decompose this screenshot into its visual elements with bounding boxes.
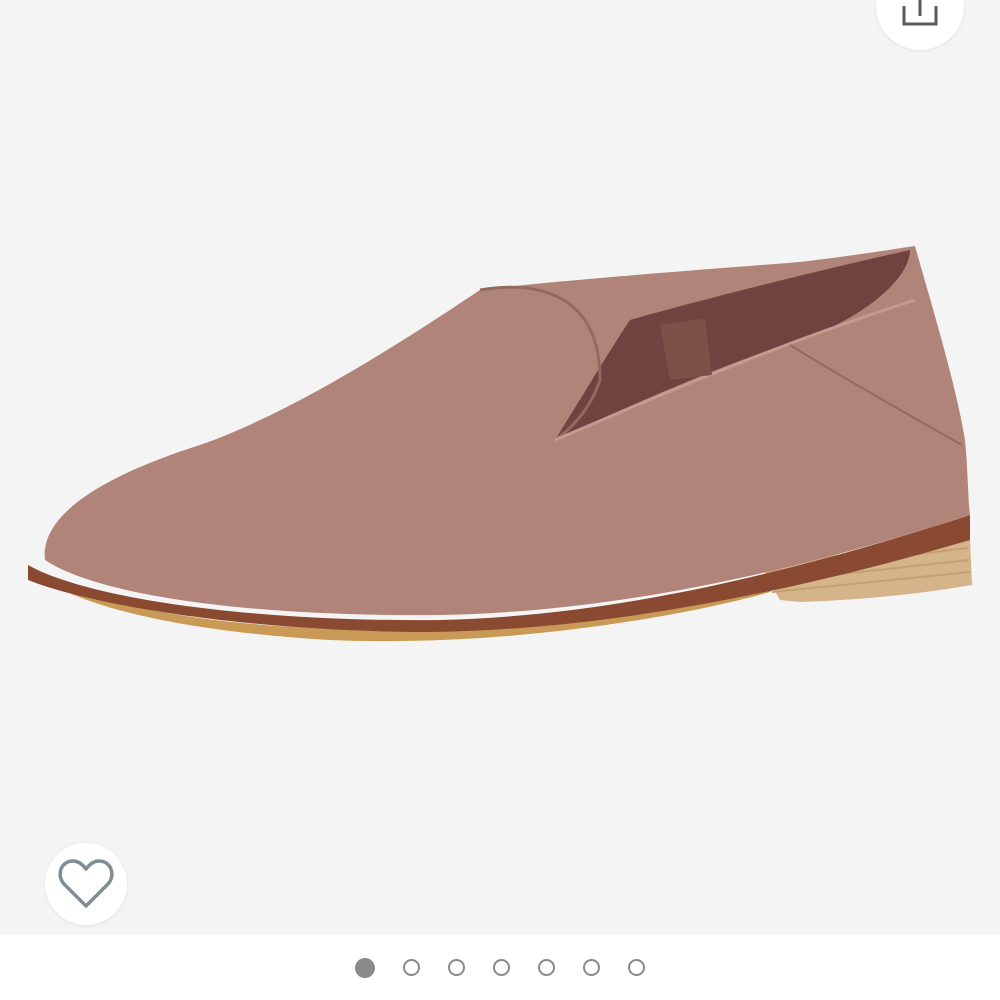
share-icon <box>902 0 938 26</box>
pager-dot[interactable] <box>583 959 600 976</box>
pager-dot[interactable] <box>448 959 465 976</box>
product-image-gallery[interactable] <box>0 0 1000 935</box>
image-pager <box>0 935 1000 1000</box>
product-image <box>28 246 972 642</box>
pager-dot[interactable] <box>628 959 645 976</box>
pager-dot[interactable] <box>403 959 420 976</box>
pager-dot[interactable] <box>355 957 375 978</box>
product-detail-screen <box>0 0 1000 1000</box>
heart-icon <box>58 859 114 908</box>
pager-dot[interactable] <box>493 959 510 976</box>
pager-dot[interactable] <box>538 959 555 976</box>
wishlist-button[interactable] <box>45 843 127 925</box>
